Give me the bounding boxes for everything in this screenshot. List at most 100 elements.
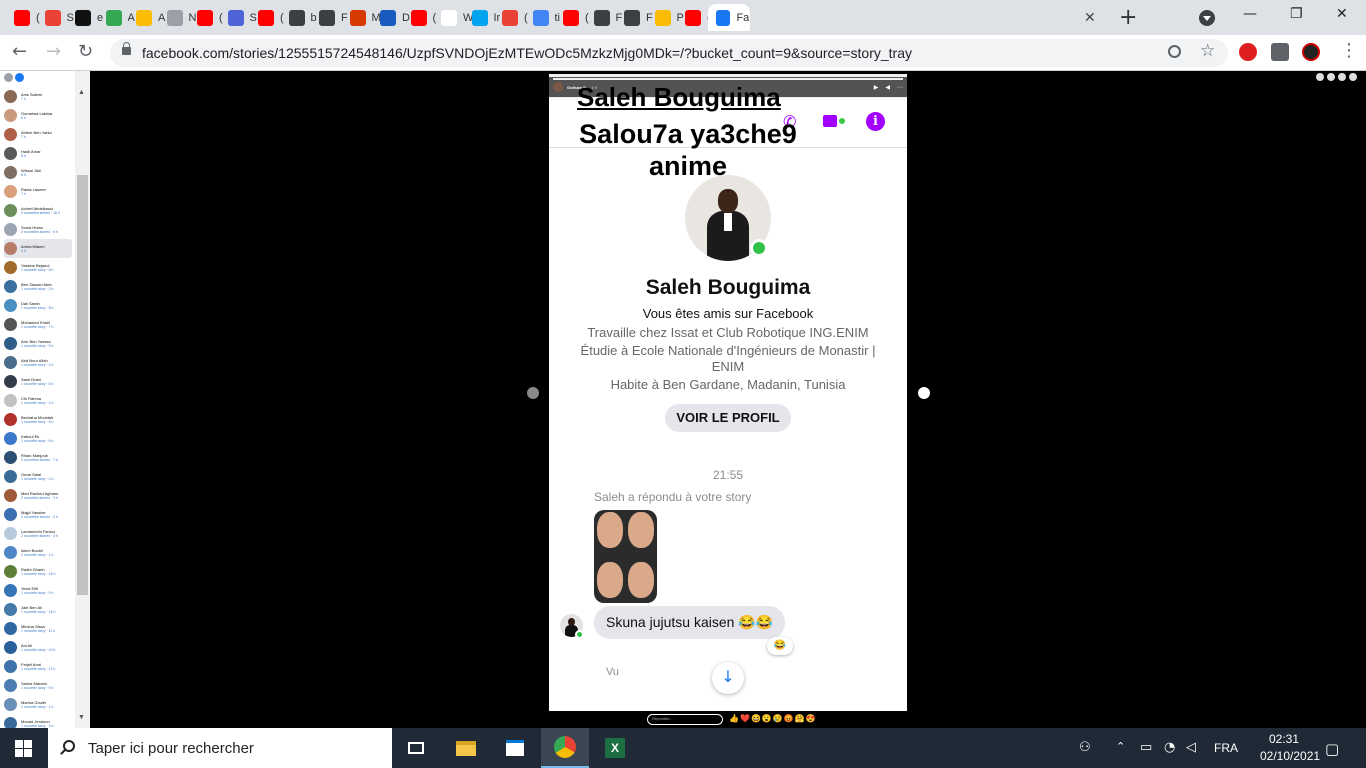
task-view-icon[interactable] xyxy=(392,728,440,768)
friend-story-item[interactable]: Abd Nour Allah 1 nouvelle story · 4 h xyxy=(4,353,72,372)
friend-story-item[interactable]: Rihan Mahjoub 2 nouvelles stories · 7 h xyxy=(4,448,72,467)
bookmark-star-icon[interactable]: ☆ xyxy=(1200,41,1215,61)
friend-story-item[interactable]: Oumaima Lakhiar 6 h xyxy=(4,106,72,125)
m-icon xyxy=(227,9,244,26)
excel-icon[interactable]: X xyxy=(591,728,639,768)
restore-icon[interactable]: ❐ xyxy=(1290,6,1303,22)
minimize-icon[interactable]: — xyxy=(1243,6,1257,22)
friend-story-item[interactable]: Amira Mlamri 4 h xyxy=(4,239,72,258)
friend-story-item[interactable]: Dali Sarah 1 nouvelle story · 8 h xyxy=(4,296,72,315)
friend-story-item[interactable]: Mimina Sissa 1 nouvelle story · 11 h xyxy=(4,619,72,638)
messenger-icon[interactable] xyxy=(1327,73,1335,81)
reply-input[interactable]: Répondre... xyxy=(647,714,723,725)
friend-story-item[interactable]: Amr Ben Yaessa 1 nouvelle story · 5 h xyxy=(4,334,72,353)
wifi-icon[interactable]: ◔ xyxy=(1164,740,1175,755)
quick-reaction-emoji[interactable]: 😮 xyxy=(762,714,772,724)
friend-story-item[interactable]: Yessi Elifi 1 nouvelle story · 9 h xyxy=(4,581,72,600)
quick-reaction-emoji[interactable]: 😍 xyxy=(806,714,816,724)
friend-story-item[interactable]: Ferjeil Amri 1 nouvelle story · 12 h xyxy=(4,657,72,676)
friend-story-meta: 1 nouvelle story · 1 h xyxy=(21,552,54,557)
zoom-icon[interactable] xyxy=(1168,45,1181,58)
friend-story-item[interactable]: Marina Gouler 1 nouvelle story · 1 h xyxy=(4,695,72,714)
input-language[interactable]: FRA xyxy=(1214,741,1238,755)
friend-story-item[interactable]: Ben Sassen Akrb 1 nouvelle story · 3 h xyxy=(4,277,72,296)
friend-story-item[interactable]: Ahlem Ben Yahia 7 h xyxy=(4,125,72,144)
quick-reaction-emoji[interactable]: 🤗 xyxy=(795,714,805,724)
close-stories-icon[interactable] xyxy=(4,73,13,82)
sidebar-scrollbar[interactable]: ▲ ▼ xyxy=(75,71,90,728)
friend-story-item[interactable]: Jale Ben Ali 1 nouvelle story · 16 h xyxy=(4,600,72,619)
quick-reaction-emoji[interactable]: 😢 xyxy=(773,714,783,724)
new-tab-button[interactable]: + xyxy=(1119,5,1137,30)
friend-story-item[interactable]: Radhi Ghariri 1 nouvelle story · 16 h xyxy=(4,562,72,581)
tab-search-icon[interactable] xyxy=(1199,10,1215,26)
friend-story-item[interactable]: Omar Salai 1 nouvelle story · 2 h xyxy=(4,467,72,486)
friend-story-item[interactable]: Wissal Jlidi 8 h xyxy=(4,163,72,182)
address-bar[interactable]: facebook.com/stories/1255515724548146/Uz… xyxy=(110,39,1228,67)
quick-reaction-emoji[interactable]: 😡 xyxy=(784,714,794,724)
settings-icon[interactable] xyxy=(1316,73,1324,81)
pause-icon[interactable]: ▶ xyxy=(874,84,879,91)
forward-icon[interactable]: → xyxy=(46,41,61,62)
friend-story-item[interactable]: Yassine Bejaoui 1 nouvelle story · 8 h xyxy=(4,258,72,277)
friend-story-item[interactable]: Bechaha Mouldah 1 nouvelle story · 8 h xyxy=(4,410,72,429)
friend-story-item[interactable]: Mouad Jendoun 1 nouvelle story · 3 h xyxy=(4,714,72,728)
clock-date[interactable]: 02/10/2021 xyxy=(1260,749,1320,763)
friend-story-item[interactable]: Sonia Hnian 3 nouvelles stories · 9 h xyxy=(4,220,72,239)
extensions-puzzle-icon[interactable] xyxy=(1271,43,1289,61)
active-browser-tab[interactable]: Fa xyxy=(707,4,750,31)
close-tab-icon[interactable]: ✕ xyxy=(1084,9,1096,26)
show-hidden-icons-icon[interactable]: ⌃ xyxy=(1116,740,1125,753)
friend-story-item[interactable]: Kaboul Ek 1 nouvelle story · 6 h xyxy=(4,429,72,448)
notifications-icon[interactable] xyxy=(1338,73,1346,81)
window-close-icon[interactable]: ✕ xyxy=(1336,6,1348,22)
url-text[interactable]: facebook.com/stories/1255515724548146/Uz… xyxy=(142,45,912,61)
friend-story-item[interactable]: Chi Rahma 1 nouvelle story · 4 h xyxy=(4,391,72,410)
friend-story-item[interactable]: Achref Abdelkaoui 3 nouvelles stories · 1… xyxy=(4,201,72,220)
facebook-logo-icon[interactable] xyxy=(15,73,24,82)
friend-story-item[interactable]: Salma Marami 1 nouvelle story · 9 h xyxy=(4,676,72,695)
reload-icon[interactable]: ↻ xyxy=(78,41,93,62)
volume-icon[interactable]: ◁ xyxy=(1186,740,1196,755)
friend-story-item[interactable]: Mohamed Khalil 1 nouvelle story · 7 h xyxy=(4,315,72,334)
brave-shield-extension-icon[interactable] xyxy=(1239,43,1257,61)
friend-story-item[interactable]: Med Rached Aghuen 2 nouvelles stories · 3… xyxy=(4,486,72,505)
profile-avatar[interactable] xyxy=(1302,43,1320,61)
friend-story-item[interactable]: Lamamechi Farouz 2 nouvelles stories · 4 … xyxy=(4,524,72,543)
friend-story-item[interactable]: Sami Drani 1 nouvelle story · 8 h xyxy=(4,372,72,391)
wikipedia-icon xyxy=(441,9,457,26)
friend-story-item[interactable]: Majjd Yassine 2 nouvelles stories · 3 h xyxy=(4,505,72,524)
bio-work: Travaille chez Issat et Club Robotique I… xyxy=(587,325,869,340)
quick-reaction-emoji[interactable]: 😆 xyxy=(751,714,761,724)
friend-story-item[interactable]: Islem Bouhli 1 nouvelle story · 1 h xyxy=(4,543,72,562)
story-card[interactable]: Gotham B. 4 h ▶ ◀ ⋯ ✆ i Saleh Bouguima S… xyxy=(549,74,907,711)
story-owner-avatar[interactable] xyxy=(553,82,563,92)
people-icon[interactable]: ⚇ xyxy=(1079,740,1091,755)
windows-start-icon[interactable] xyxy=(15,740,32,757)
friend-story-item[interactable]: Rania Lasmer 7 h xyxy=(4,182,72,201)
friend-story-item[interactable]: Hadil Amar 8 h xyxy=(4,144,72,163)
next-story-button[interactable] xyxy=(918,387,930,399)
chrome-taskbar-icon[interactable] xyxy=(541,728,589,768)
menu-kebab-icon[interactable]: ⋮ xyxy=(1340,40,1358,61)
mute-icon[interactable]: ◀ xyxy=(885,84,890,91)
account-icon[interactable] xyxy=(1349,73,1357,81)
battery-icon[interactable]: ▭ xyxy=(1140,740,1152,755)
quick-reaction-emoji[interactable]: ❤️ xyxy=(740,714,750,724)
notification-center-icon[interactable]: ▢ xyxy=(1325,740,1339,758)
quick-reaction-emoji[interactable]: 👍 xyxy=(729,714,739,724)
friend-story-item[interactable]: Ani Ali 1 nouvelle story · 10 h xyxy=(4,638,72,657)
friend-story-item[interactable]: Anis Salemi 7 h xyxy=(4,87,72,106)
taskbar-search-placeholder[interactable]: Taper ici pour rechercher xyxy=(88,740,254,757)
clock-time[interactable]: 02:31 xyxy=(1264,732,1304,746)
lock-icon[interactable] xyxy=(122,42,131,55)
story-options-icon[interactable]: ⋯ xyxy=(897,84,903,91)
file-explorer-icon[interactable] xyxy=(442,728,490,768)
scrollbar-thumb[interactable] xyxy=(77,175,88,595)
taskbar-search[interactable]: Taper ici pour rechercher xyxy=(48,728,392,768)
previous-story-button[interactable] xyxy=(527,387,539,399)
back-icon[interactable]: ← xyxy=(12,41,27,62)
scroll-up-arrow-icon[interactable]: ▲ xyxy=(78,89,85,96)
scroll-down-arrow-icon[interactable]: ▼ xyxy=(78,714,85,721)
store-icon[interactable] xyxy=(491,728,539,768)
